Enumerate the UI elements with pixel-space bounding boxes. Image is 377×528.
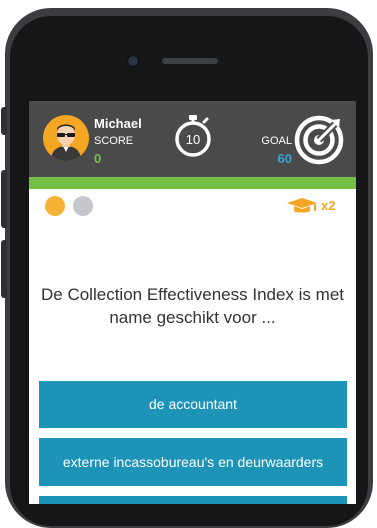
score-label: SCORE <box>94 135 134 147</box>
timer: 10 <box>173 113 213 159</box>
answer-label: externe incassobureau's en deurwaarders <box>62 453 324 470</box>
target-icon <box>294 115 344 165</box>
timer-progress-bar <box>29 177 356 189</box>
quiz-header: Michael SCORE 0 10 GOAL 60 <box>29 101 356 177</box>
earpiece-speaker <box>162 58 218 64</box>
player-avatar <box>43 115 89 161</box>
goal-label: GOAL <box>261 135 292 147</box>
answer-label: de accountant <box>149 396 237 412</box>
player-name: Michael <box>94 116 142 131</box>
front-camera <box>127 55 139 67</box>
answer-option-2[interactable]: externe incassobureau's en deurwaarders <box>39 438 347 486</box>
multiplier-label: x2 <box>321 198 336 213</box>
score-value: 0 <box>94 151 102 166</box>
score-multiplier: x2 <box>285 196 345 216</box>
answer-option-3[interactable] <box>39 496 347 504</box>
answer-option-1[interactable]: de accountant <box>39 381 347 428</box>
avatar-icon <box>51 124 81 161</box>
volume-up-button <box>1 170 7 228</box>
question-progress-dot-current <box>45 196 65 216</box>
timer-value: 10 <box>185 132 201 147</box>
quiz-screen: Michael SCORE 0 10 GOAL 60 x2 De Collect… <box>29 101 356 504</box>
graduation-cap-icon <box>287 198 317 213</box>
question-text: De Collection Effectiveness Index is met… <box>41 285 344 327</box>
mute-switch <box>1 107 7 135</box>
volume-down-button <box>1 240 7 298</box>
goal-value: 60 <box>277 151 292 166</box>
question-progress-dot <box>73 196 93 216</box>
